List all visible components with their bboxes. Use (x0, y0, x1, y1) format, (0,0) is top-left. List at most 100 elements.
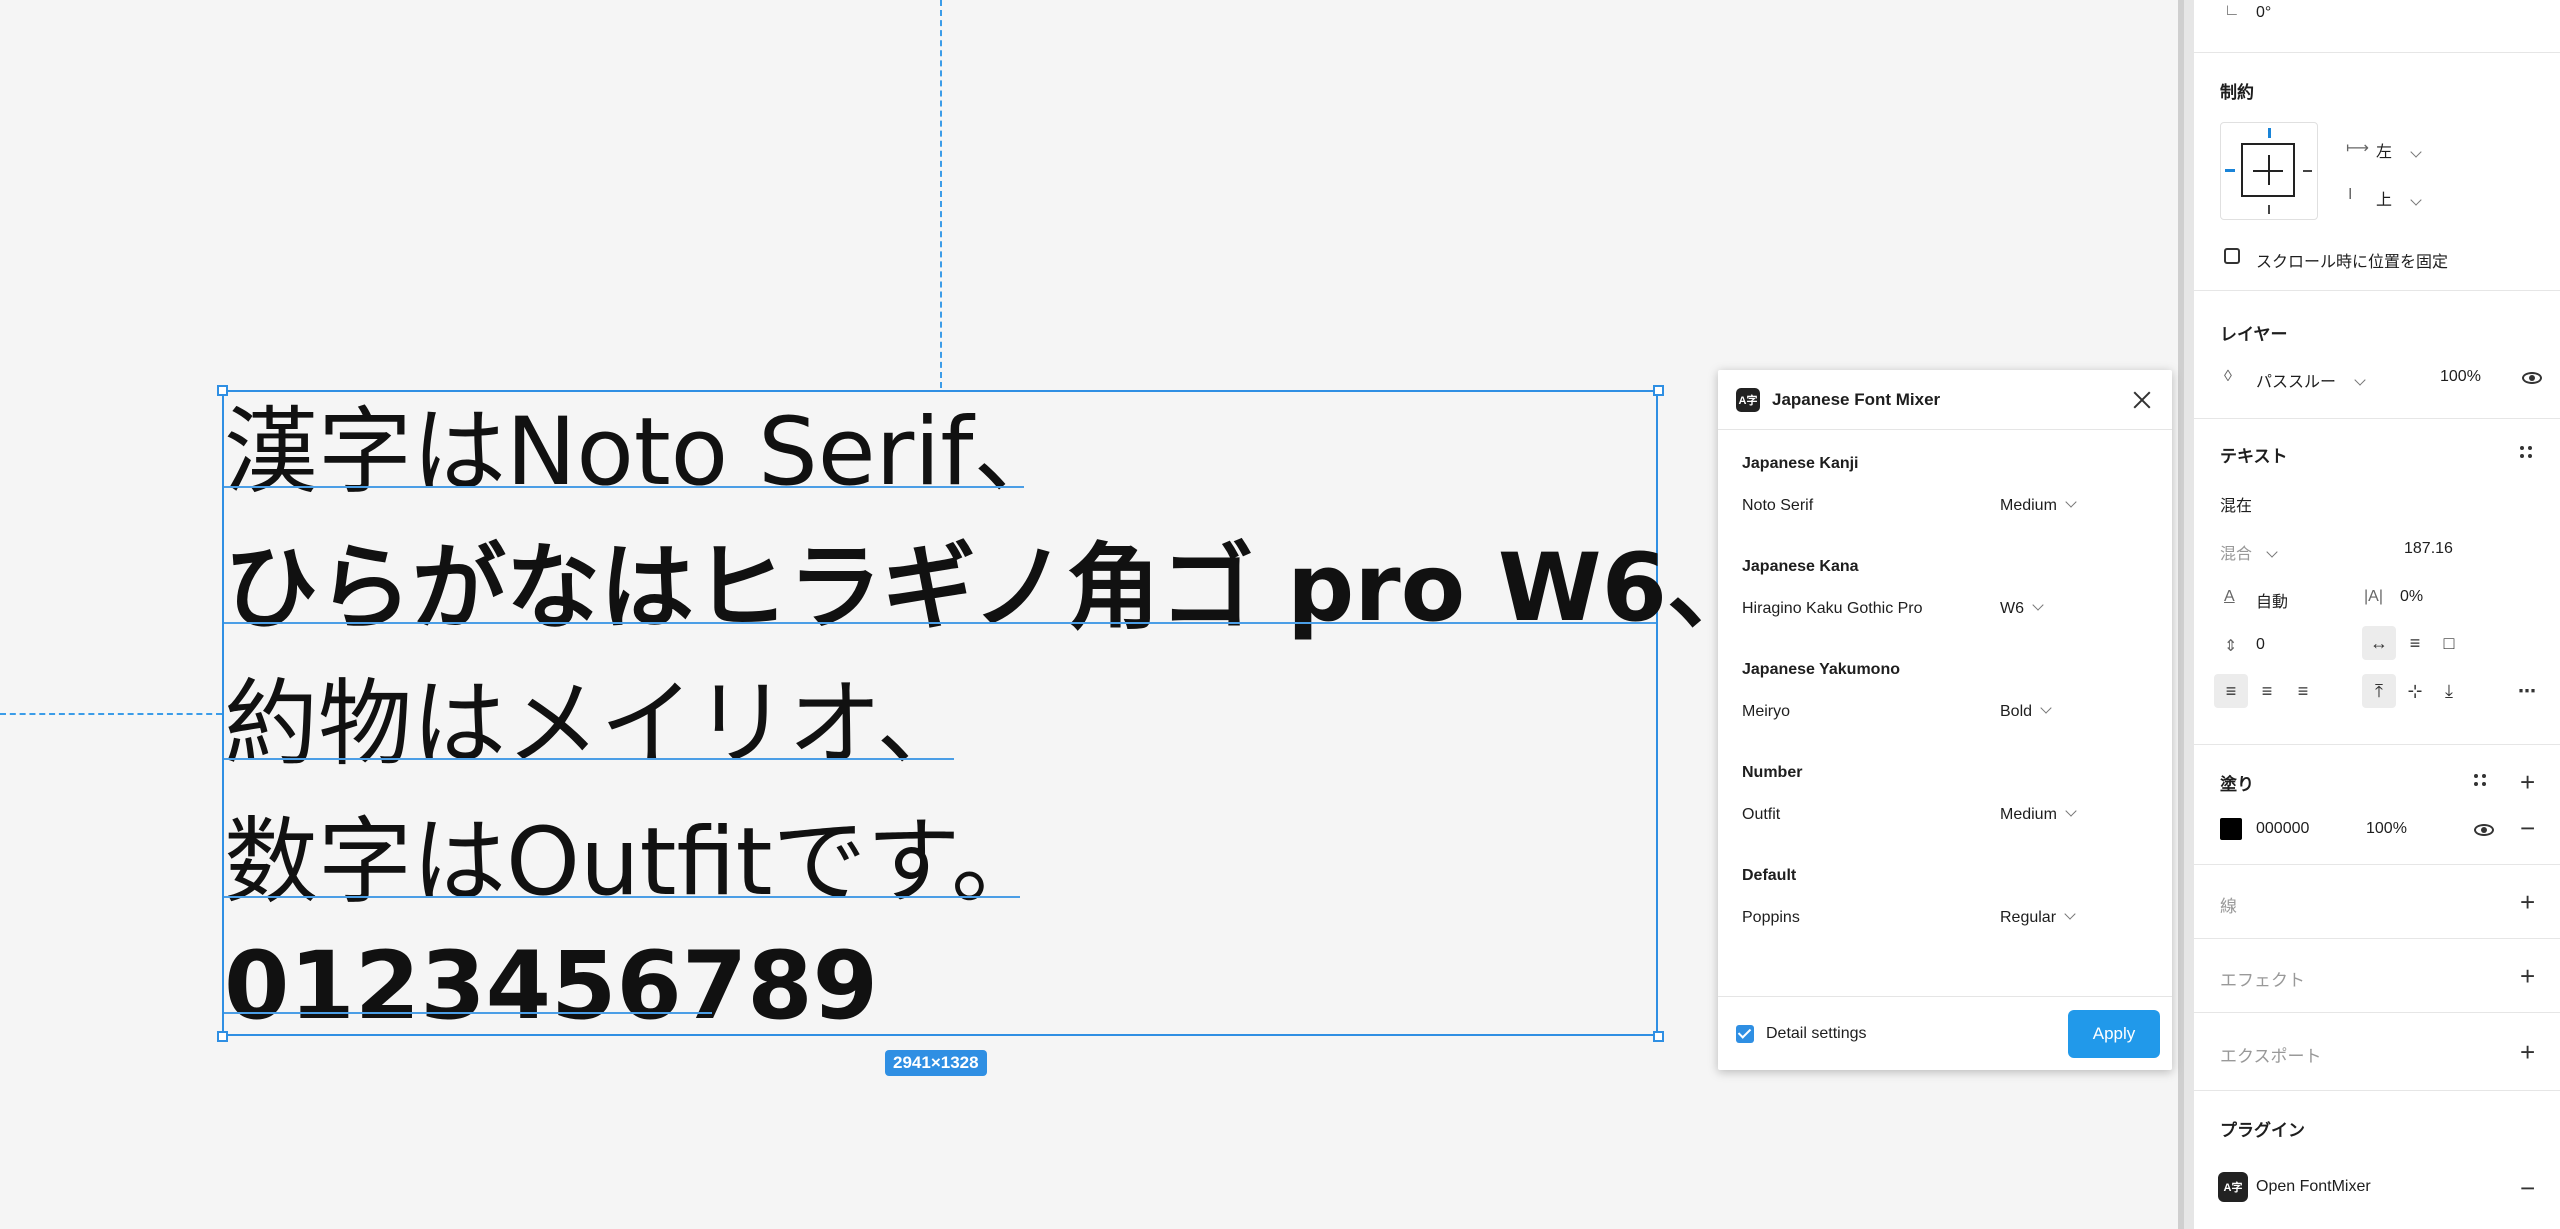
add-stroke-icon[interactable]: + (2520, 889, 2535, 915)
resize-handle-br[interactable] (1653, 1031, 1664, 1042)
weight-select[interactable]: Regular (2000, 908, 2076, 927)
vertical-constraint-icon: I (2348, 186, 2353, 203)
weight-value: Medium (2000, 806, 2057, 823)
weight-select[interactable]: Medium (2000, 496, 2077, 515)
baseline-1 (224, 486, 1024, 488)
auto-width-icon[interactable]: ↔ (2362, 626, 2396, 660)
paragraph-spacing-icon: ⇕ (2224, 638, 2238, 655)
fixed-size-icon[interactable]: □ (2432, 626, 2466, 660)
fill-opacity[interactable]: 100% (2366, 820, 2407, 838)
section-kana: Japanese Kana Hiragino Kaku Gothic Pro W… (1742, 547, 2148, 631)
constraint-bottom[interactable] (2268, 205, 2270, 214)
baseline-2 (224, 622, 1656, 624)
chevron-down-icon (2064, 908, 2076, 920)
letter-spacing-icon: |A| (2364, 588, 2383, 605)
layer-section: レイヤー ◊ パススルー 100% (2194, 290, 2560, 419)
dialog-footer: Detail settings Apply (1718, 996, 2172, 1070)
letter-spacing-value[interactable]: 0% (2400, 588, 2423, 606)
constraints-section: 制約 ⟼ 左 I 上 スクロール時に位置を固定 (2194, 52, 2560, 291)
remove-plugin-icon[interactable]: − (2520, 1175, 2535, 1201)
align-center-icon[interactable]: ≡ (2250, 674, 2284, 708)
constraint-widget[interactable] (2220, 122, 2318, 220)
close-icon[interactable] (2130, 388, 2154, 412)
add-export-icon[interactable]: + (2520, 1039, 2535, 1065)
detail-settings-checkbox[interactable] (1736, 1024, 1754, 1043)
text-styles-icon[interactable] (2520, 446, 2534, 460)
fill-section: 塗り + 000000 100% − (2194, 744, 2560, 865)
properties-panel: ∟ 0° 制約 ⟼ 左 I 上 スクロール時に位置を固定 レイヤー ◊ パススル… (2194, 0, 2560, 1229)
constraint-left[interactable] (2225, 169, 2235, 172)
blend-mode-select[interactable]: パススルー (2256, 368, 2336, 392)
remove-fill-icon[interactable]: − (2520, 815, 2535, 841)
align-bottom-icon[interactable]: ⤓ (2432, 674, 2466, 708)
add-effect-icon[interactable]: + (2520, 963, 2535, 989)
font-name[interactable]: Meiryo (1742, 703, 2000, 721)
fill-hex[interactable]: 000000 (2256, 820, 2309, 838)
panel-divider[interactable] (2178, 0, 2194, 1229)
chevron-down-icon (2065, 496, 2077, 508)
angle-icon: ∟ (2224, 2, 2240, 19)
chevron-down-icon (2065, 805, 2077, 817)
font-mixer-dialog: A字 Japanese Font Mixer Japanese Kanji No… (1718, 370, 2172, 1070)
weight-value: Medium (2000, 497, 2057, 514)
align-middle-icon[interactable]: ⊹ (2398, 674, 2432, 708)
horizontal-constraint-icon: ⟼ (2346, 140, 2369, 157)
layer-opacity[interactable]: 100% (2440, 368, 2481, 386)
stroke-title: 線 (2220, 897, 2237, 916)
resize-handle-tr[interactable] (1653, 385, 1664, 396)
font-mixer-plugin-icon: A字 (2218, 1172, 2248, 1202)
detail-settings-label: Detail settings (1766, 1024, 1867, 1042)
dialog-body: Japanese Kanji Noto Serif Medium Japanes… (1718, 430, 2172, 940)
add-fill-icon[interactable]: + (2520, 769, 2535, 795)
more-options-icon[interactable]: ⋯ (2510, 674, 2544, 708)
effects-section: エフェクト + (2194, 938, 2560, 1013)
font-family-value[interactable]: 混在 (2220, 492, 2252, 516)
section-title: Japanese Kanji (1742, 455, 1859, 472)
plugin-item-name[interactable]: Open FontMixer (2256, 1178, 2371, 1196)
baseline-3 (224, 758, 954, 760)
font-row: Outfit Medium (1742, 793, 2148, 837)
font-size-value[interactable]: 187.16 (2404, 540, 2453, 558)
section-title: Japanese Yakumono (1742, 661, 1900, 678)
rotation-value[interactable]: 0° (2256, 4, 2271, 22)
font-name[interactable]: Noto Serif (1742, 497, 2000, 515)
plugins-title: プラグイン (2220, 1121, 2305, 1140)
line-height-icon: A (2224, 588, 2235, 605)
font-name[interactable]: Hiragino Kaku Gothic Pro (1742, 600, 2000, 618)
fill-color-swatch[interactable] (2220, 818, 2242, 840)
line-height-value[interactable]: 自動 (2256, 588, 2288, 612)
font-name[interactable]: Poppins (1742, 909, 2000, 927)
horizontal-constraint-select[interactable]: 左 (2376, 138, 2392, 162)
eye-icon[interactable] (2522, 372, 2542, 384)
auto-height-icon[interactable]: ≡ (2398, 626, 2432, 660)
constraint-top[interactable] (2268, 128, 2271, 138)
font-name[interactable]: Outfit (1742, 806, 2000, 824)
section-yakumono: Japanese Yakumono Meiryo Bold (1742, 650, 2148, 734)
eye-icon[interactable] (2474, 824, 2494, 836)
layer-title: レイヤー (2220, 325, 2288, 344)
fill-styles-icon[interactable] (2474, 774, 2488, 788)
resize-handle-tl[interactable] (217, 385, 228, 396)
align-left-icon[interactable]: ≡ (2214, 674, 2248, 708)
constraint-center[interactable] (2241, 143, 2295, 197)
chevron-down-icon (2040, 702, 2052, 714)
section-number: Number Outfit Medium (1742, 753, 2148, 837)
paragraph-spacing-value[interactable]: 0 (2256, 636, 2265, 654)
text-section: テキスト 混在 混合 187.16 A 自動 |A| 0% ⇕ 0 ↔ ≡ □ … (2194, 418, 2560, 745)
chevron-down-icon (2354, 374, 2366, 386)
weight-select[interactable]: Medium (2000, 805, 2077, 824)
font-style-select[interactable]: 混合 (2220, 540, 2252, 564)
fix-scroll-checkbox[interactable] (2224, 248, 2240, 264)
export-section: エクスポート + (2194, 1012, 2560, 1091)
align-top-icon[interactable]: ⤒ (2362, 674, 2396, 708)
align-right-icon[interactable]: ≡ (2286, 674, 2320, 708)
weight-select[interactable]: W6 (2000, 599, 2044, 618)
chevron-down-icon (2410, 194, 2422, 206)
constraint-right[interactable] (2303, 170, 2312, 172)
section-kanji: Japanese Kanji Noto Serif Medium (1742, 444, 2148, 528)
chevron-down-icon (2410, 146, 2422, 158)
vertical-constraint-select[interactable]: 上 (2376, 186, 2392, 210)
apply-button[interactable]: Apply (2068, 1009, 2160, 1058)
weight-select[interactable]: Bold (2000, 702, 2052, 721)
weight-value: W6 (2000, 600, 2024, 617)
